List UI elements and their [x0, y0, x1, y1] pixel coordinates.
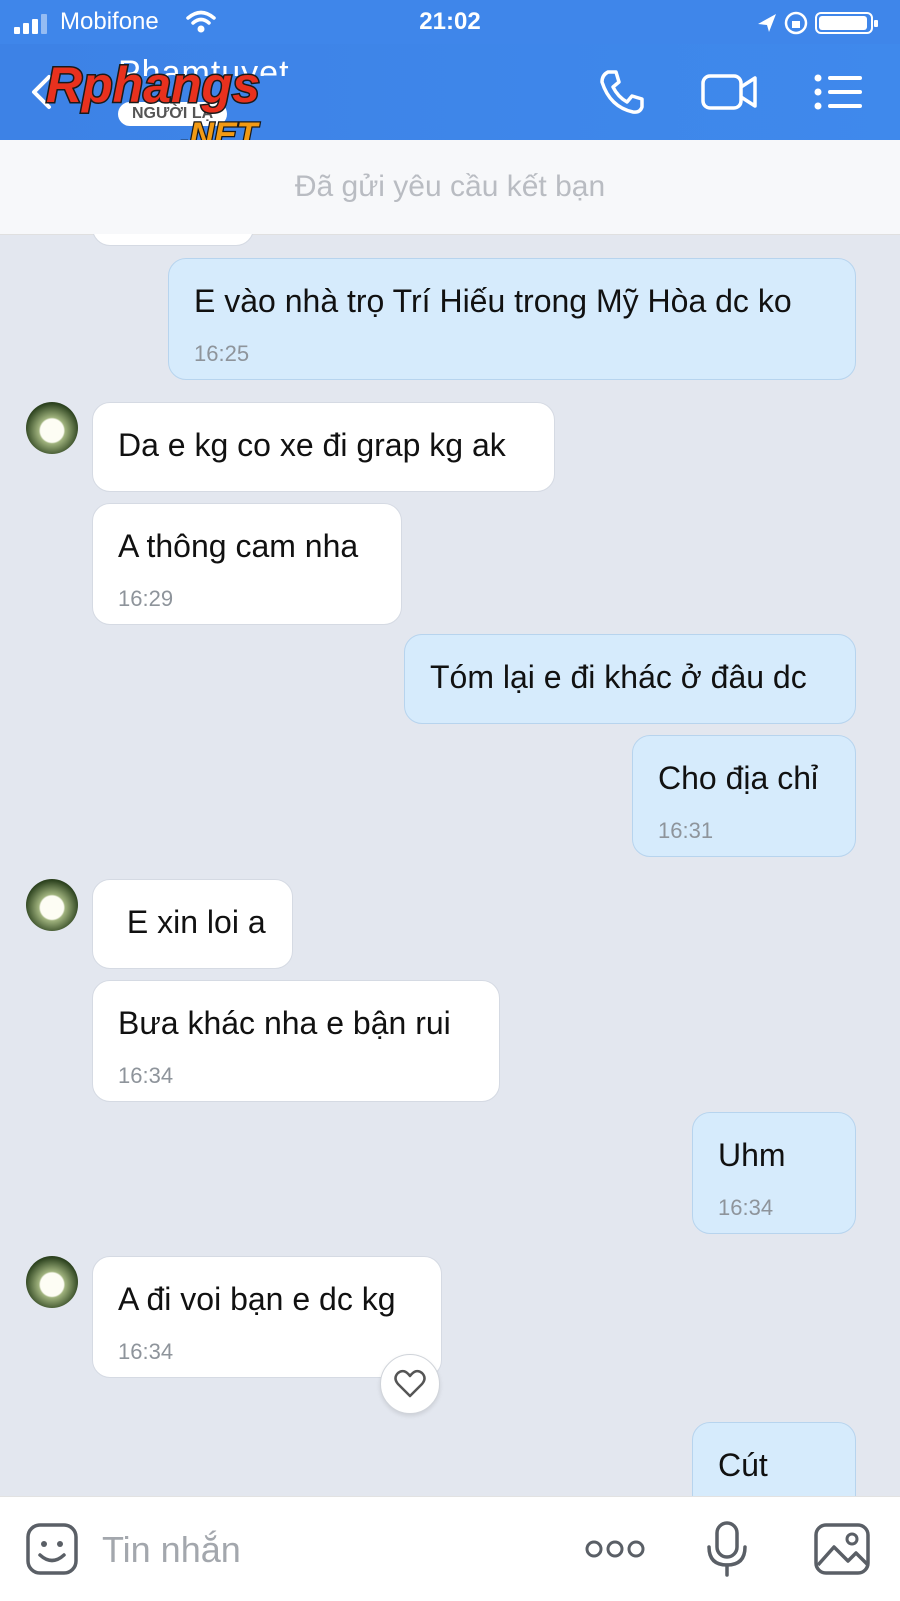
more-dots-icon[interactable]: [584, 1521, 646, 1577]
phone-icon[interactable]: [596, 66, 648, 118]
message-text: A thông cam nha: [118, 528, 359, 564]
contact-avatar[interactable]: [26, 879, 78, 931]
message-input[interactable]: Tin nhắn: [102, 1529, 241, 1571]
video-camera-icon[interactable]: [700, 66, 758, 118]
message-bubble-partial[interactable]: [92, 234, 254, 246]
svg-text:Rphangs: Rphangs: [46, 57, 260, 113]
message-time: 16:25: [194, 341, 250, 366]
message-list[interactable]: E vào nhà trọ Trí Hiếu trong Mỹ Hòa dc k…: [0, 234, 900, 1496]
watermark-logo: Rphangs .NET: [45, 56, 262, 155]
message-bubble-incoming[interactable]: A thông cam nha 16:29: [92, 503, 402, 625]
contact-avatar[interactable]: [26, 1256, 78, 1308]
status-icons: [758, 11, 878, 35]
message-text: E vào nhà trọ Trí Hiếu trong Mỹ Hòa dc k…: [194, 283, 792, 319]
message-bubble-incoming[interactable]: Da e kg co xe đi grap kg ak: [92, 402, 555, 492]
message-text: E xin loi a: [118, 904, 266, 940]
friend-request-banner: Đã gửi yêu cầu kết bạn: [0, 140, 900, 235]
message-bubble-incoming[interactable]: E xin loi a: [92, 879, 293, 969]
message-time: 16:34: [118, 1063, 174, 1088]
list-menu-icon[interactable]: [812, 66, 866, 118]
message-bubble-outgoing[interactable]: Tóm lại e đi khác ở đâu dc: [404, 634, 856, 724]
message-time: 16:34: [718, 1195, 774, 1220]
location-arrow-icon: [758, 14, 776, 32]
status-bar: Mobifone 21:02: [0, 0, 900, 44]
message-time: 16:29: [118, 586, 174, 611]
message-text: Tóm lại e đi khác ở đâu dc: [430, 659, 807, 695]
composer-bar: Tin nhắn: [0, 1496, 900, 1601]
message-text: Uhm: [718, 1137, 786, 1173]
message-text: Da e kg co xe đi grap kg ak: [118, 427, 506, 463]
message-bubble-outgoing[interactable]: Cút: [692, 1422, 856, 1496]
chat-header: Phamtuyet NGƯỜI LẠ Rphangs .NET: [0, 44, 900, 154]
message-time: 16:31: [658, 818, 714, 843]
heart-icon: [394, 1369, 426, 1398]
message-text: A đi voi bạn e dc kg: [118, 1281, 396, 1317]
contact-avatar[interactable]: [26, 402, 78, 454]
message-text: Bưa khác nha e bận rui: [118, 1005, 451, 1041]
message-bubble-incoming[interactable]: Bưa khác nha e bận rui 16:34: [92, 980, 500, 1102]
message-bubble-incoming[interactable]: A đi voi bạn e dc kg 16:34: [92, 1256, 442, 1378]
image-gallery-icon[interactable]: [812, 1521, 872, 1577]
message-bubble-outgoing[interactable]: E vào nhà trọ Trí Hiếu trong Mỹ Hòa dc k…: [168, 258, 856, 380]
reaction-button[interactable]: [380, 1354, 440, 1414]
microphone-icon[interactable]: [702, 1521, 752, 1577]
message-time: 16:34: [118, 1339, 174, 1364]
emoji-face-icon[interactable]: [24, 1521, 80, 1577]
message-text: Cho địa chỉ: [658, 760, 819, 796]
message-bubble-outgoing[interactable]: Uhm 16:34: [692, 1112, 856, 1234]
message-text: Cút: [718, 1447, 768, 1483]
message-bubble-outgoing[interactable]: Cho địa chỉ 16:31: [632, 735, 856, 857]
